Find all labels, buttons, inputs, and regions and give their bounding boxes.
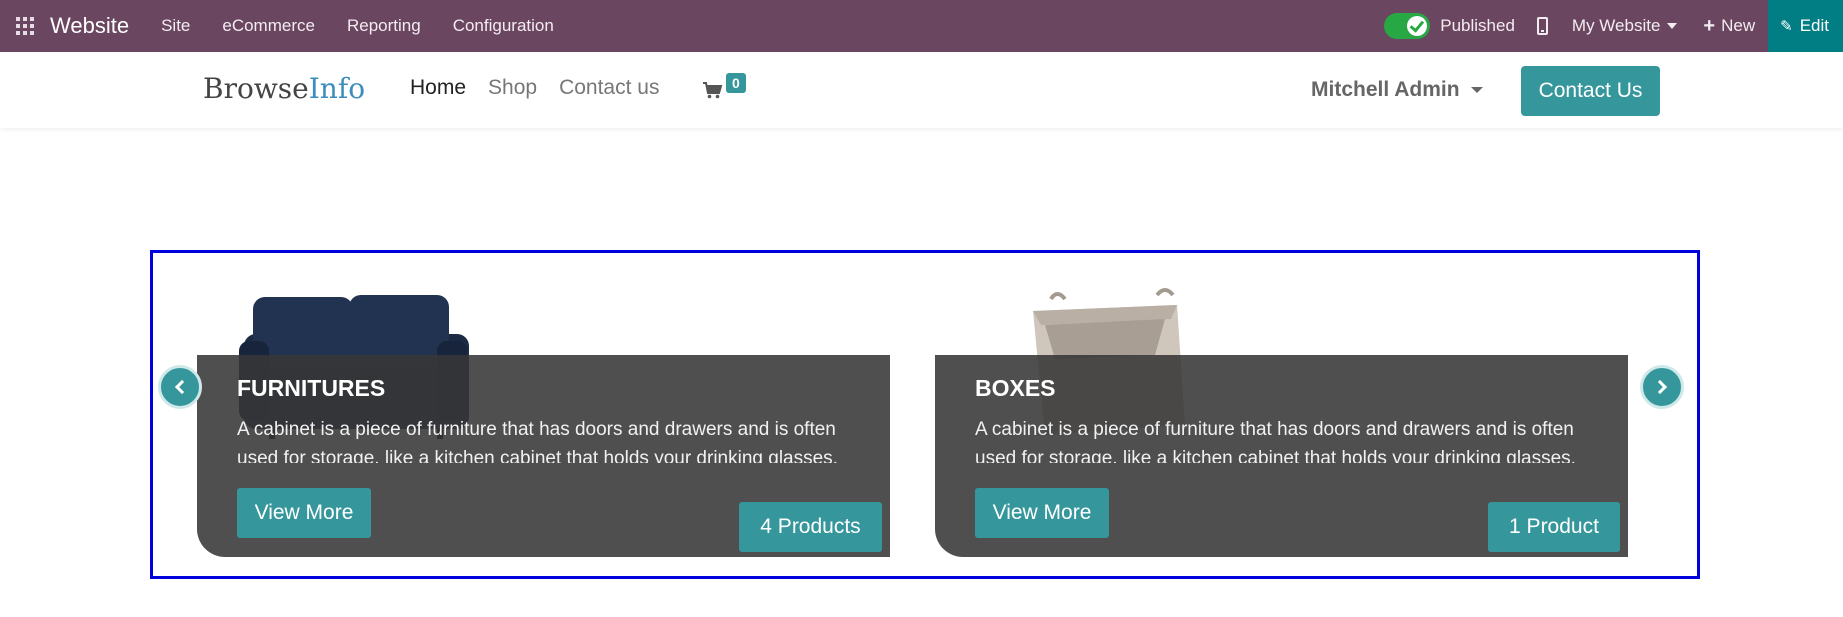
nav-home[interactable]: Home bbox=[410, 76, 466, 100]
category-description: A cabinet is a piece of furniture that h… bbox=[237, 419, 838, 463]
category-card-furnitures: FURNITURES A cabinet is a piece of furni… bbox=[197, 253, 890, 582]
user-name: Mitchell Admin bbox=[1311, 78, 1460, 101]
category-carousel: FURNITURES A cabinet is a piece of furni… bbox=[150, 250, 1700, 579]
admin-topbar: Website Site eCommerce Reporting Configu… bbox=[0, 0, 1843, 52]
product-count-button[interactable]: 4 Products bbox=[739, 502, 882, 552]
user-menu[interactable]: Mitchell Admin bbox=[1311, 78, 1483, 102]
pencil-icon: ✎ bbox=[1780, 18, 1793, 35]
category-card-boxes: BOXES A cabinet is a piece of furniture … bbox=[935, 253, 1628, 582]
caret-down-icon bbox=[1667, 23, 1678, 29]
carousel-prev-button[interactable] bbox=[158, 365, 202, 409]
category-overlay: FURNITURES A cabinet is a piece of furni… bbox=[197, 355, 890, 557]
menu-configuration[interactable]: Configuration bbox=[437, 0, 570, 52]
cart-count-badge: 0 bbox=[726, 73, 746, 93]
logo-text-info: Info bbox=[308, 72, 366, 105]
logo-text-browse: Browse bbox=[203, 72, 309, 105]
published-label[interactable]: Published bbox=[1440, 16, 1515, 36]
chevron-right-icon bbox=[1652, 379, 1668, 395]
website-selector[interactable]: My Website bbox=[1572, 16, 1678, 36]
category-description: A cabinet is a piece of furniture that h… bbox=[975, 419, 1576, 463]
menu-site[interactable]: Site bbox=[145, 0, 206, 52]
category-title: BOXES bbox=[975, 375, 1056, 401]
cart-icon bbox=[703, 82, 723, 99]
chevron-left-icon bbox=[174, 379, 190, 395]
view-more-button[interactable]: View More bbox=[975, 488, 1109, 538]
published-toggle[interactable] bbox=[1384, 13, 1431, 39]
nav-contact-us[interactable]: Contact us bbox=[559, 76, 659, 100]
app-name[interactable]: Website bbox=[50, 13, 129, 39]
apps-menu-icon[interactable] bbox=[0, 0, 50, 52]
mobile-preview-icon[interactable] bbox=[1536, 17, 1548, 35]
edit-button[interactable]: ✎ Edit bbox=[1768, 0, 1843, 52]
view-more-button[interactable]: View More bbox=[237, 488, 371, 538]
nav-shop[interactable]: Shop bbox=[488, 76, 537, 100]
website-selector-label: My Website bbox=[1571, 16, 1661, 35]
contact-us-button[interactable]: Contact Us bbox=[1521, 66, 1660, 116]
menu-ecommerce[interactable]: eCommerce bbox=[206, 0, 331, 52]
new-button[interactable]: + New bbox=[1703, 16, 1755, 36]
edit-button-label: Edit bbox=[1799, 16, 1829, 35]
category-title: FURNITURES bbox=[237, 375, 386, 401]
cart-link[interactable]: 0 bbox=[703, 73, 746, 99]
site-logo[interactable]: BrowseInfo bbox=[203, 72, 365, 105]
caret-down-icon bbox=[1470, 87, 1483, 93]
plus-icon: + bbox=[1703, 15, 1716, 37]
carousel-next-button[interactable] bbox=[1640, 365, 1684, 409]
main-nav: Home Shop Contact us bbox=[410, 76, 681, 100]
topbar-right: Published My Website + New ✎ Edit bbox=[1384, 0, 1843, 52]
product-count-button[interactable]: 1 Product bbox=[1488, 502, 1620, 552]
check-icon bbox=[1407, 16, 1428, 36]
menu-reporting[interactable]: Reporting bbox=[331, 0, 437, 52]
website-header: BrowseInfo Home Shop Contact us 0 Mitche… bbox=[0, 52, 1843, 128]
category-overlay: BOXES A cabinet is a piece of furniture … bbox=[935, 355, 1628, 557]
new-button-label: New bbox=[1721, 16, 1756, 35]
